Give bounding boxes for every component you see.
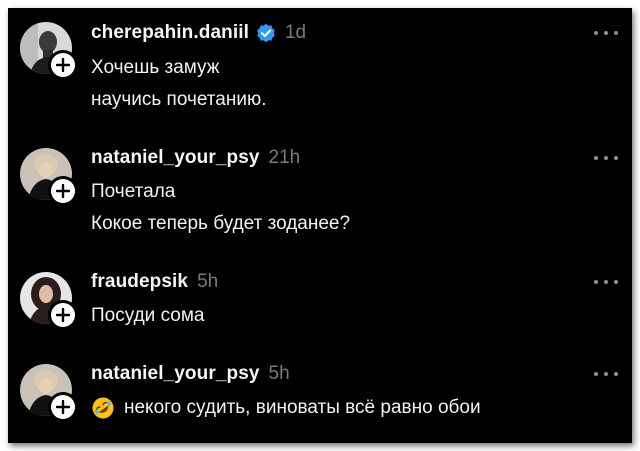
comment-text-line: некого судить, виноваты всё равно обои xyxy=(91,395,481,421)
timestamp: 21h xyxy=(268,147,301,168)
username[interactable]: nataniel_your_psy xyxy=(91,147,260,169)
comment-text-line: научись почетанию. xyxy=(91,89,267,110)
timestamp: 5h xyxy=(197,271,219,292)
follow-button[interactable] xyxy=(48,176,78,206)
comment-text-line: Кокое теперь будет зоданее? xyxy=(91,213,351,234)
avatar[interactable] xyxy=(20,364,78,422)
comment-text-line: Посуди сома xyxy=(91,305,205,326)
plus-icon xyxy=(56,184,70,198)
plus-icon xyxy=(56,308,70,322)
avatar[interactable] xyxy=(20,148,78,206)
comment-text-line: Хочешь замуж xyxy=(91,57,220,78)
plus-icon xyxy=(56,400,70,414)
comments-panel: cherepahin.daniil 1d Хочешь замуж научис… xyxy=(8,8,632,443)
comment-text-line: Почетала xyxy=(91,181,176,202)
more-options-icon[interactable] xyxy=(594,369,618,379)
avatar[interactable] xyxy=(20,272,78,330)
plus-icon xyxy=(56,58,70,72)
timestamp: 5h xyxy=(268,363,290,384)
comment-text: некого судить, виноваты всё равно обои xyxy=(124,397,481,418)
avatar[interactable] xyxy=(20,22,78,80)
username[interactable]: cherepahin.daniil xyxy=(91,22,249,44)
more-options-icon[interactable] xyxy=(594,28,618,38)
follow-button[interactable] xyxy=(48,300,78,330)
username[interactable]: fraudepsik xyxy=(91,271,188,293)
username[interactable]: nataniel_your_psy xyxy=(91,363,260,385)
more-options-icon[interactable] xyxy=(594,153,618,163)
follow-button[interactable] xyxy=(48,392,78,422)
more-options-icon[interactable] xyxy=(594,277,618,287)
verified-badge-icon xyxy=(256,23,276,43)
rolling-on-floor-laughing-emoji xyxy=(91,396,115,420)
follow-button[interactable] xyxy=(48,50,78,80)
timestamp: 1d xyxy=(284,22,307,43)
